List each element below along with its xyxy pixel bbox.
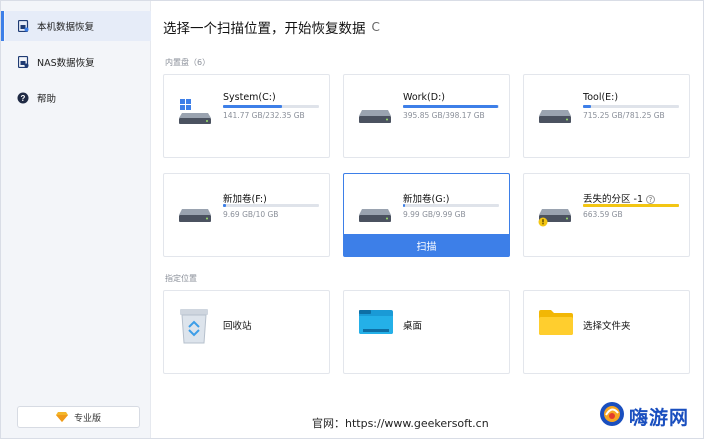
drive-name: Work(D:) xyxy=(403,92,445,103)
sidebar-item-label: 本机数据恢复 xyxy=(37,22,95,33)
hard-drive-icon xyxy=(358,99,392,129)
sidebar-item-help[interactable]: ? 帮助 xyxy=(5,83,151,113)
drive-card-c[interactable]: System(C:) 141.77 GB/232.35 GB xyxy=(163,74,330,158)
location-name: 选择文件夹 xyxy=(583,321,631,332)
location-card-recycle-bin[interactable]: 回收站 xyxy=(163,290,330,374)
desktop-icon xyxy=(358,307,394,341)
drive-usage-fill xyxy=(583,204,679,207)
sidebar-item-label: NAS数据恢复 xyxy=(37,58,95,69)
drive-size: 141.77 GB/232.35 GB xyxy=(223,111,305,120)
logo-text: 嗨游网 xyxy=(629,406,690,429)
nas-recovery-icon xyxy=(17,56,29,68)
help-icon: ? xyxy=(17,92,29,104)
windows-drive-icon xyxy=(178,99,212,129)
refresh-icon[interactable]: C xyxy=(372,20,380,34)
drive-usage-fill xyxy=(223,204,226,207)
drive-card-e[interactable]: Tool(E:) 715.25 GB/781.25 GB xyxy=(523,74,690,158)
drive-usage-fill xyxy=(403,204,405,207)
page-title-text: 选择一个扫描位置，开始恢复数据 xyxy=(163,21,366,37)
diamond-icon xyxy=(55,412,68,422)
pro-version-label: 专业版 xyxy=(73,413,101,424)
drive-size: 9.69 GB/10 GB xyxy=(223,210,279,219)
pro-version-button[interactable]: 专业版 xyxy=(17,406,140,428)
drive-usage-bar xyxy=(403,204,499,207)
sidebar-item-label: 帮助 xyxy=(37,94,57,105)
drive-usage-bar xyxy=(223,204,319,207)
drives-section-label: 内置盘（6） xyxy=(165,58,211,67)
hard-drive-icon xyxy=(178,198,212,228)
drive-name: 新加卷(G:) xyxy=(403,194,450,205)
local-recovery-icon xyxy=(17,20,29,32)
hard-drive-icon xyxy=(358,198,392,228)
drive-name: 丢失的分区 -1 ? xyxy=(583,191,656,205)
drive-name: Tool(E:) xyxy=(583,92,619,103)
drive-size: 395.85 GB/398.17 GB xyxy=(403,111,485,120)
folder-icon xyxy=(538,307,574,341)
website-watermark: 官网：https://www.geekersoft.cn xyxy=(312,417,489,430)
drive-usage-fill xyxy=(223,105,282,108)
recycle-bin-icon xyxy=(178,307,210,349)
drive-size: 9.99 GB/9.99 GB xyxy=(403,210,466,219)
drive-usage-bar xyxy=(223,105,319,108)
sidebar: 本机数据恢复 NAS数据恢复 ? 帮助 专业版 xyxy=(1,1,151,438)
hard-drive-icon xyxy=(538,99,572,129)
sidebar-item-nas-recovery[interactable]: NAS数据恢复 xyxy=(5,47,151,77)
drive-size: 715.25 GB/781.25 GB xyxy=(583,111,665,120)
logo-emblem-icon xyxy=(599,401,625,431)
drive-card-d[interactable]: Work(D:) 395.85 GB/398.17 GB xyxy=(343,74,510,158)
drive-usage-bar xyxy=(583,204,679,207)
location-name: 回收站 xyxy=(223,321,252,332)
site-logo: 嗨游网 xyxy=(599,401,689,431)
drive-card-f[interactable]: 新加卷(F:) 9.69 GB/10 GB xyxy=(163,173,330,257)
drive-name: System(C:) xyxy=(223,92,276,103)
svg-text:?: ? xyxy=(21,94,26,103)
drive-usage-fill xyxy=(403,105,499,108)
drive-usage-fill xyxy=(583,105,591,108)
info-icon[interactable]: ? xyxy=(646,195,656,204)
drive-usage-bar xyxy=(583,105,679,108)
drive-card-g[interactable]: 新加卷(G:) 9.99 GB/9.99 GB 扫描 xyxy=(343,173,510,257)
location-card-choose-folder[interactable]: 选择文件夹 xyxy=(523,290,690,374)
lost-partition-drive-icon xyxy=(538,198,572,232)
location-name: 桌面 xyxy=(403,321,423,332)
locations-section-label: 指定位置 xyxy=(165,274,197,283)
app-window: 本机数据恢复 NAS数据恢复 ? 帮助 专业版 选择一个扫描位置，开始恢复数据 … xyxy=(0,0,704,439)
page-title: 选择一个扫描位置，开始恢复数据 C xyxy=(163,17,380,37)
scan-button[interactable]: 扫描 xyxy=(344,234,509,256)
drive-size: 663.59 GB xyxy=(583,210,623,219)
location-card-desktop[interactable]: 桌面 xyxy=(343,290,510,374)
sidebar-item-local-recovery[interactable]: 本机数据恢复 xyxy=(1,11,151,41)
drive-name: 新加卷(F:) xyxy=(223,194,267,205)
drive-usage-bar xyxy=(403,105,499,108)
drive-card-lost-partition[interactable]: 丢失的分区 -1 ? 663.59 GB xyxy=(523,173,690,257)
